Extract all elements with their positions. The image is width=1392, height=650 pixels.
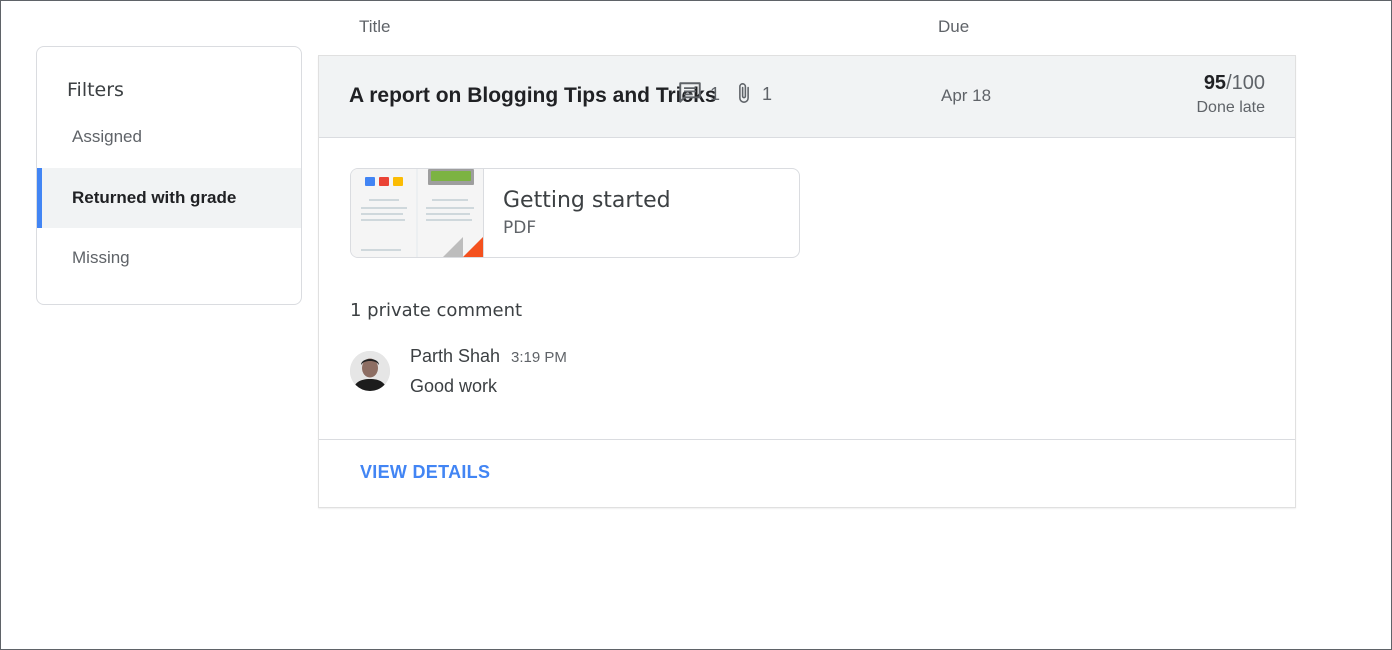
thumbnail-block [431, 171, 471, 181]
filters-panel: Filters Assigned Returned with grade Mis… [36, 46, 302, 305]
filter-missing[interactable]: Missing [37, 228, 301, 288]
assignment-card: A report on Blogging Tips and Tricks 1 1… [318, 55, 1296, 508]
thumbnail-line [426, 219, 472, 221]
grade-value: 95/100 [1197, 72, 1265, 95]
filters-heading: Filters [67, 79, 124, 101]
comment-count-value: 1 [710, 83, 721, 104]
column-header-due: Due [938, 17, 970, 36]
assignment-title[interactable]: A report on Blogging Tips and Tricks [349, 84, 717, 108]
attachment-count-value: 1 [762, 83, 773, 104]
thumbnail-block [393, 177, 403, 186]
grade-score: 95 [1203, 72, 1227, 94]
filter-label: Missing [72, 248, 130, 267]
thumbnail-page [351, 169, 416, 257]
filter-label: Assigned [72, 127, 142, 146]
assignment-header[interactable]: A report on Blogging Tips and Tricks 1 1… [319, 56, 1295, 138]
thumbnail-line [432, 199, 468, 201]
attachment-count: 1 [733, 80, 772, 106]
status-badge: Done late [1196, 99, 1266, 116]
comment-icon [677, 80, 703, 106]
comment-author: Parth Shah [410, 346, 501, 366]
thumbnail-line [426, 213, 470, 215]
due-date: Apr 18 [941, 86, 992, 105]
thumbnail-line [369, 199, 399, 201]
avatar [350, 351, 390, 391]
filter-assigned[interactable]: Assigned [37, 107, 301, 167]
thumbnail-block [379, 177, 389, 186]
private-comments-heading: 1 private comment [350, 300, 523, 321]
thumbnail-line [361, 213, 403, 215]
grade: 95/100 Done late [1197, 72, 1266, 117]
paperclip-icon [733, 80, 755, 106]
comment-text: Good work [410, 376, 498, 396]
filter-label: Returned with grade [72, 188, 237, 207]
page-fold-icon [443, 237, 463, 257]
column-header-title: Title [359, 17, 391, 36]
thumbnail-line [361, 249, 401, 251]
filter-returned-with-grade[interactable]: Returned with grade [37, 168, 301, 228]
divider [319, 439, 1295, 440]
attachment-type: PDF [503, 218, 537, 238]
comment-timestamp: 3:19 PM [511, 349, 567, 366]
thumbnail-line [361, 207, 407, 209]
thumbnail-line [426, 207, 474, 209]
pdf-icon [463, 237, 483, 257]
pdf-thumbnail [351, 169, 484, 257]
attachment-tile[interactable]: Getting started PDF [350, 168, 800, 258]
grade-max: /100 [1226, 72, 1265, 94]
thumbnail-line [361, 219, 405, 221]
view-details-button[interactable]: VIEW DETAILS [360, 462, 490, 483]
thumbnail-block [365, 177, 375, 186]
attachment-name: Getting started [503, 188, 671, 213]
comment-count: 1 [677, 80, 720, 106]
